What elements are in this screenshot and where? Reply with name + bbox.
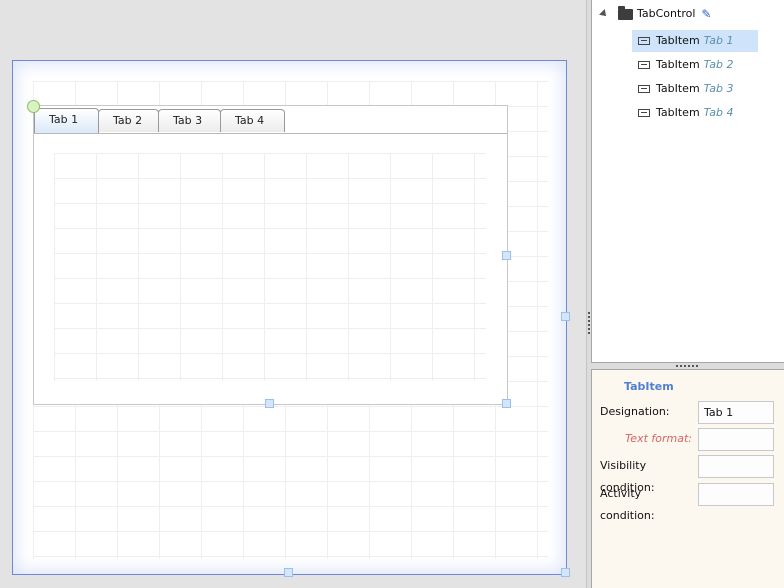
tab-label: Tab 4 bbox=[235, 114, 265, 127]
tree-item-tab-2[interactable]: TabItem Tab 2 bbox=[632, 54, 758, 76]
tree-item-type: TabItem bbox=[656, 106, 700, 119]
tab-1[interactable]: Tab 1 bbox=[34, 108, 99, 133]
splitter-grip-icon bbox=[676, 365, 698, 367]
tabitem-icon bbox=[638, 61, 650, 69]
properties-title: TabItem bbox=[624, 380, 674, 393]
tree-item-tab-3[interactable]: TabItem Tab 3 bbox=[632, 78, 758, 100]
activity-condition-label: Activity condition: bbox=[600, 487, 655, 522]
tree-item-name: Tab 1 bbox=[703, 34, 734, 47]
visibility-condition-field[interactable] bbox=[698, 455, 774, 478]
resize-handle-bottom[interactable] bbox=[265, 399, 274, 408]
designation-field[interactable]: Tab 1 bbox=[698, 401, 774, 424]
tab-label: Tab 2 bbox=[113, 114, 143, 127]
tree-item-name: Tab 3 bbox=[703, 82, 734, 95]
tab-label: Tab 1 bbox=[49, 113, 79, 126]
tab-content-grid bbox=[54, 153, 486, 381]
folder-icon bbox=[618, 5, 633, 20]
tree-item-tab-4[interactable]: TabItem Tab 4 bbox=[632, 102, 758, 124]
tabitem-icon bbox=[638, 85, 650, 93]
tree-item-type: TabItem bbox=[656, 82, 700, 95]
tree-item-name: Tab 2 bbox=[703, 58, 734, 71]
properties-panel: TabItem Designation: Tab 1 Text format: … bbox=[591, 369, 784, 588]
tree-root-tabcontrol[interactable]: TabControl ✎ bbox=[599, 3, 711, 25]
designation-label: Designation: bbox=[600, 405, 670, 418]
tab-3[interactable]: Tab 3 bbox=[158, 109, 221, 132]
tree-item-type: TabItem bbox=[656, 58, 700, 71]
activity-condition-field[interactable] bbox=[698, 483, 774, 506]
resize-handle-right[interactable] bbox=[502, 251, 511, 260]
tree-item-name: Tab 4 bbox=[703, 106, 734, 119]
design-surface[interactable]: Tab 1 Tab 2 Tab 3 Tab 4 bbox=[0, 0, 586, 588]
tree-item-type: TabItem bbox=[656, 34, 700, 47]
tab-control[interactable]: Tab 1 Tab 2 Tab 3 Tab 4 bbox=[33, 105, 508, 405]
splitter-grip-icon bbox=[588, 312, 590, 336]
tabitem-icon bbox=[638, 109, 650, 117]
text-format-label: Text format: bbox=[624, 432, 692, 445]
rotate-handle[interactable] bbox=[27, 100, 40, 113]
tree-root-label: TabControl bbox=[637, 7, 696, 20]
pencil-icon[interactable]: ✎ bbox=[701, 3, 711, 25]
frame-resize-handle-bottom[interactable] bbox=[284, 568, 293, 577]
frame-resize-handle-corner[interactable] bbox=[561, 568, 570, 577]
frame-resize-handle-right[interactable] bbox=[561, 312, 570, 321]
collapse-triangle-icon[interactable] bbox=[599, 9, 609, 19]
tab-2[interactable]: Tab 2 bbox=[98, 109, 159, 132]
tabitem-icon bbox=[638, 37, 650, 45]
element-tree-panel: TabControl ✎ TabItem Tab 1 TabItem Tab 2 Ta… bbox=[591, 0, 784, 363]
tab-4[interactable]: Tab 4 bbox=[220, 109, 285, 132]
tree-item-tab-1[interactable]: TabItem Tab 1 bbox=[632, 30, 758, 52]
resize-handle-corner[interactable] bbox=[502, 399, 511, 408]
tab-label: Tab 3 bbox=[173, 114, 203, 127]
tab-strip: Tab 1 Tab 2 Tab 3 Tab 4 bbox=[34, 106, 507, 134]
text-format-field[interactable] bbox=[698, 428, 774, 451]
